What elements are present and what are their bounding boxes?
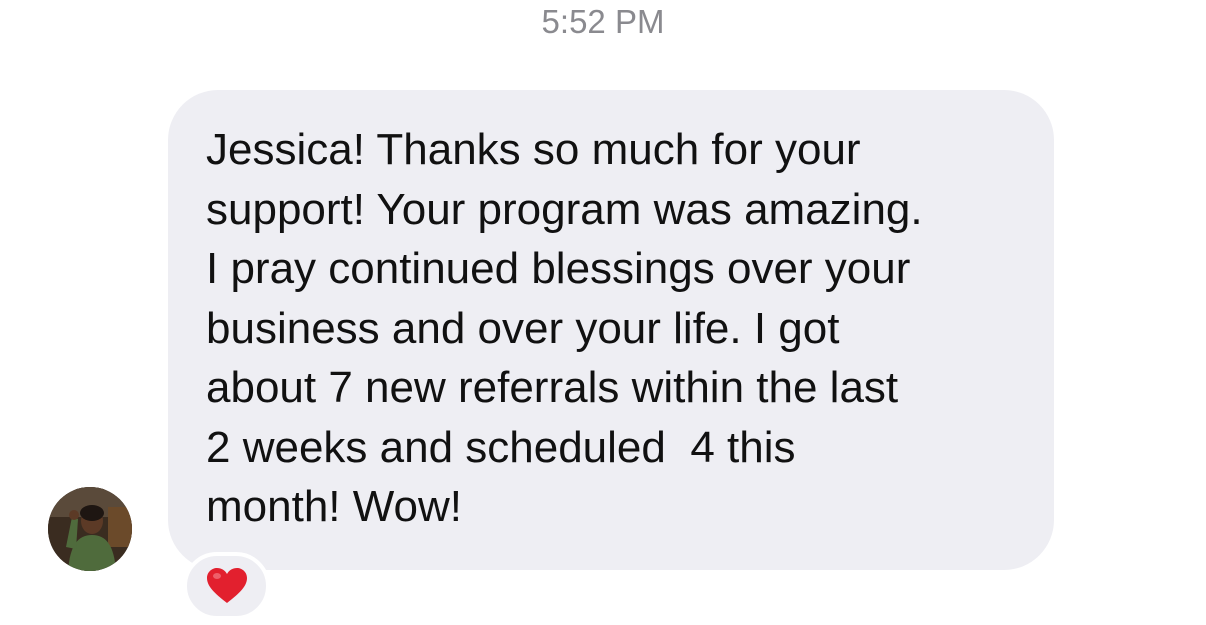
message-line: about 7 new referrals within the last <box>206 363 899 412</box>
message-timestamp: 5:52 PM <box>541 3 665 40</box>
message-line: I pray continued blessings over your <box>206 244 911 293</box>
sender-avatar[interactable] <box>48 487 132 571</box>
message-line: 2 weeks and scheduled 4 this <box>206 422 796 472</box>
message-line: Jessica! Thanks so much for your <box>206 125 861 174</box>
red-heart-icon <box>206 568 247 603</box>
message-line: month! Wow! <box>206 482 462 531</box>
message-line: support! Your program was amazing. <box>206 184 923 234</box>
avatar-photo <box>48 487 132 571</box>
heart-reaction[interactable] <box>183 552 270 620</box>
message-line: business and over your life. I got <box>206 303 840 353</box>
message-bubble[interactable]: Jessica! Thanks so much for your support… <box>168 90 1054 570</box>
